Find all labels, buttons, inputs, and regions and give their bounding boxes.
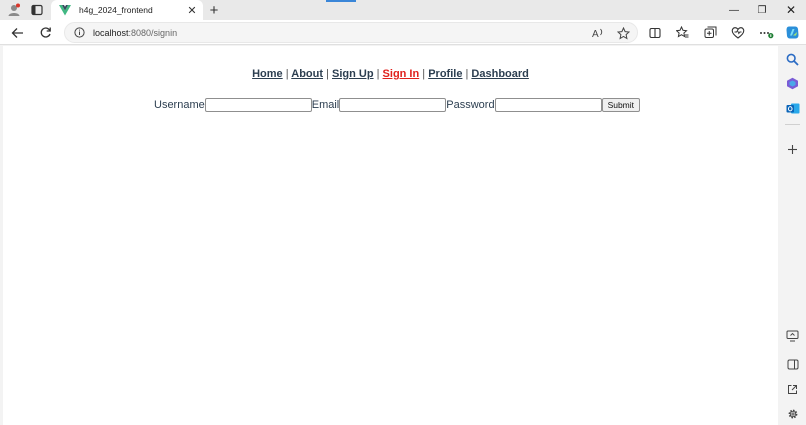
split-screen-icon[interactable] [646, 24, 664, 41]
nav-link-about[interactable]: About [291, 68, 323, 80]
read-aloud-icon[interactable]: A [589, 24, 607, 42]
edge-sidebar [779, 46, 806, 425]
nav-link-home[interactable]: Home [252, 68, 283, 80]
browser-essentials-icon[interactable] [729, 24, 747, 41]
main-nav: Home | About | Sign Up | Sign In | Profi… [3, 68, 778, 80]
window-close-button[interactable]: ✕ [777, 0, 805, 20]
shopping-icon[interactable] [783, 74, 802, 92]
open-external-icon[interactable] [783, 380, 802, 398]
tab-actions-icon[interactable] [28, 2, 46, 18]
password-label: Password [446, 99, 495, 111]
nav-separator: | [376, 68, 380, 80]
active-tab[interactable]: h4g_2024_frontend ✕ [51, 0, 203, 20]
sidebar-divider [785, 124, 800, 125]
tab-close-icon[interactable]: ✕ [185, 3, 199, 17]
nav-link-profile[interactable]: Profile [428, 68, 462, 80]
tab-strip: h4g_2024_frontend ✕ + — ❐ ✕ [0, 0, 806, 20]
email-label: Email [311, 99, 340, 111]
gear-icon[interactable] [783, 405, 802, 423]
page-viewport: Home | About | Sign Up | Sign In | Profi… [3, 46, 778, 425]
profile-icon[interactable] [5, 2, 23, 18]
browser-toolbar: localhost:8080/signin A [0, 20, 806, 45]
favorites-icon[interactable] [673, 24, 691, 41]
email-input[interactable] [339, 98, 447, 112]
url-path: :8080/signin [128, 27, 178, 38]
address-bar[interactable]: localhost:8080/signin A [64, 22, 638, 43]
back-arrow-icon[interactable] [8, 24, 26, 41]
vue-logo-icon [59, 5, 71, 16]
sidebar-toggle-icon[interactable] [783, 355, 802, 373]
screen-cast-icon[interactable] [783, 327, 802, 345]
submit-button[interactable]: Submit [601, 98, 641, 112]
nav-separator: | [465, 68, 469, 80]
nav-link-sign-in[interactable]: Sign In [383, 68, 420, 80]
password-input[interactable] [494, 98, 602, 112]
nav-separator: | [285, 68, 289, 80]
add-sidebar-app-icon[interactable] [783, 140, 802, 158]
reload-icon[interactable] [36, 24, 54, 41]
collections-icon[interactable] [701, 24, 719, 41]
nav-separator: | [422, 68, 426, 80]
url-host: localhost [93, 27, 129, 38]
minimize-button[interactable]: — [720, 0, 748, 20]
new-tab-button[interactable]: + [206, 2, 222, 19]
outlook-icon[interactable] [783, 99, 802, 117]
settings-more-icon[interactable] [757, 24, 775, 41]
username-input[interactable] [204, 98, 312, 112]
tab-title: h4g_2024_frontend [79, 5, 153, 15]
signin-form: Username Email Password Submit [154, 97, 641, 113]
nav-separator: | [326, 68, 329, 80]
site-info-icon[interactable] [65, 27, 93, 38]
tab-drag-indicator [326, 0, 356, 2]
username-label: Username [154, 99, 205, 111]
nav-link-sign-up[interactable]: Sign Up [332, 68, 374, 80]
favorite-star-icon[interactable] [614, 24, 632, 42]
nav-link-dashboard[interactable]: Dashboard [471, 68, 528, 80]
copilot-icon[interactable] [783, 24, 801, 41]
svg-text:A: A [592, 29, 599, 39]
restore-button[interactable]: ❐ [748, 0, 776, 20]
search-icon[interactable] [783, 50, 802, 68]
